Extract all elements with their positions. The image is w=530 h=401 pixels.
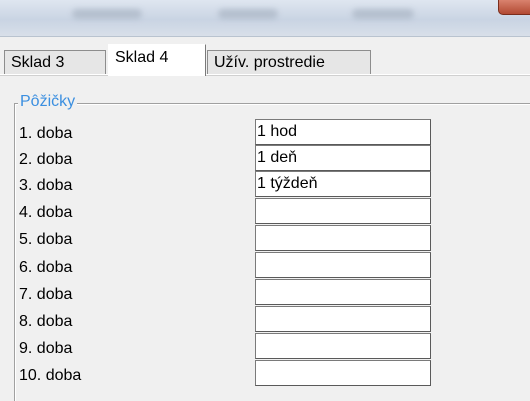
doba-2-input[interactable] bbox=[255, 145, 431, 171]
close-button[interactable] bbox=[498, 0, 530, 15]
row-label-4: 4. doba bbox=[19, 204, 73, 221]
blurred-toolbar-item bbox=[72, 9, 142, 19]
settings-window: Sklad 3 Sklad 4 Užív. prostredie Pôžičky… bbox=[0, 0, 530, 401]
tab-sklad-3[interactable]: Sklad 3 bbox=[4, 50, 106, 74]
tab-sklad-4[interactable]: Sklad 4 bbox=[108, 44, 206, 76]
doba-5-input[interactable] bbox=[255, 225, 431, 251]
row-label-1: 1. doba bbox=[19, 125, 73, 142]
row-label-10: 10. doba bbox=[19, 367, 82, 384]
doba-1-input[interactable] bbox=[255, 119, 431, 145]
row-label-3: 3. doba bbox=[19, 177, 73, 194]
tab-panel-border-shadow bbox=[0, 75, 530, 76]
blurred-toolbar-item bbox=[218, 9, 278, 19]
groupbox-title: Pôžičky bbox=[18, 92, 78, 112]
blurred-toolbar-item bbox=[352, 9, 414, 19]
doba-7-input[interactable] bbox=[255, 279, 431, 305]
row-label-5: 5. doba bbox=[19, 231, 73, 248]
tab-label: Sklad 4 bbox=[115, 48, 169, 66]
window-title-bar bbox=[0, 0, 530, 37]
tab-strip: Sklad 3 Sklad 4 Užív. prostredie bbox=[0, 44, 530, 76]
row-label-6: 6. doba bbox=[19, 259, 73, 276]
row-label-9: 9. doba bbox=[19, 340, 73, 357]
row-label-8: 8. doba bbox=[19, 313, 73, 330]
row-label-7: 7. doba bbox=[19, 286, 73, 303]
doba-6-input[interactable] bbox=[255, 252, 431, 278]
tab-label: Sklad 3 bbox=[11, 53, 65, 71]
doba-10-input[interactable] bbox=[255, 360, 431, 386]
doba-3-input[interactable] bbox=[255, 171, 431, 197]
doba-8-input[interactable] bbox=[255, 306, 431, 332]
doba-9-input[interactable] bbox=[255, 333, 431, 359]
tab-uziv-prostredie[interactable]: Užív. prostredie bbox=[207, 50, 371, 74]
doba-4-input[interactable] bbox=[255, 198, 431, 224]
tab-label: Užív. prostredie bbox=[214, 53, 325, 71]
row-label-2: 2. doba bbox=[19, 151, 73, 168]
